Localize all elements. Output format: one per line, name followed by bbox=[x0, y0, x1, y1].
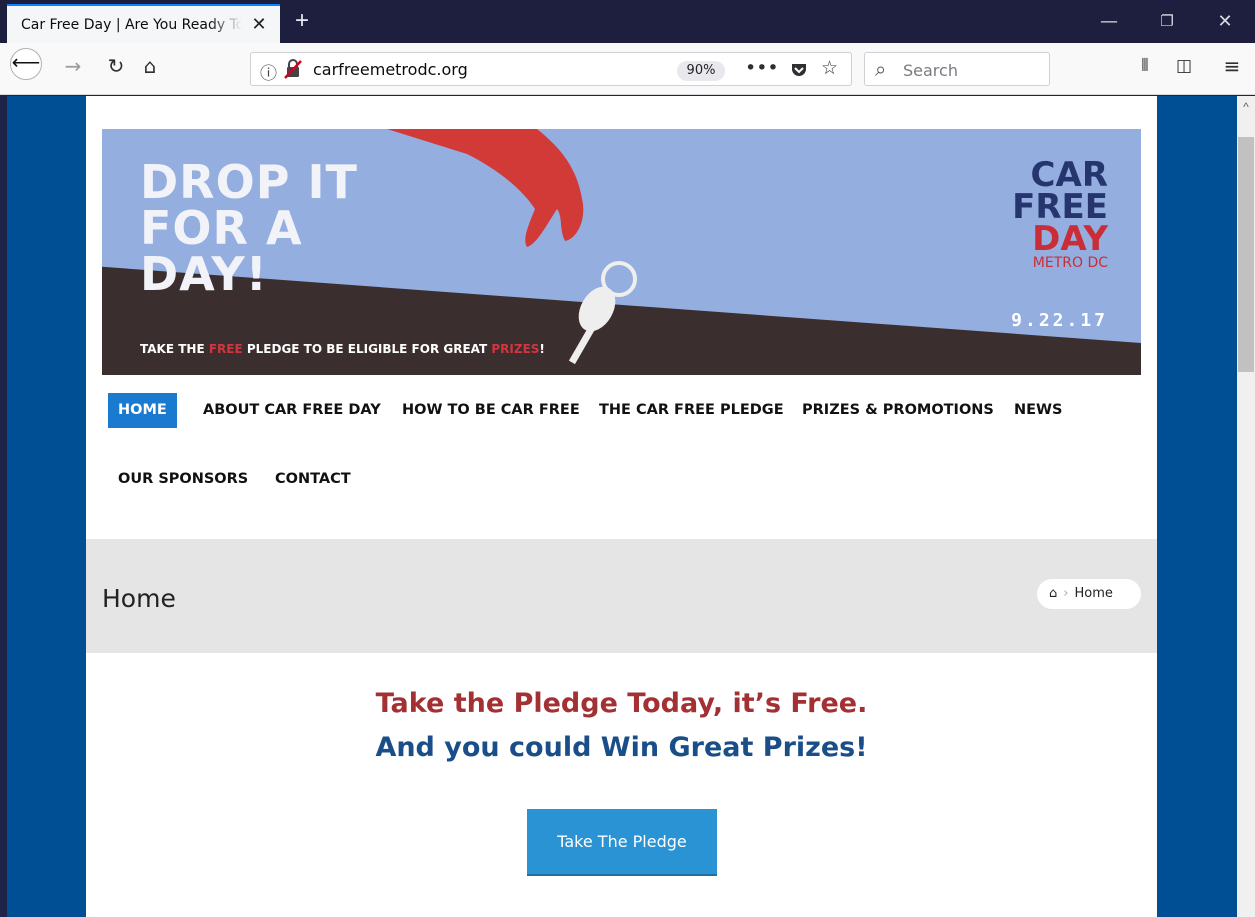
hand-icon bbox=[387, 129, 584, 247]
hero-banner[interactable]: DROP IT FOR A DAY! TAKE THE FREE PLEDGE … bbox=[102, 129, 1141, 375]
banner-headline-line3: DAY! bbox=[140, 247, 268, 301]
page-container: DROP IT FOR A DAY! TAKE THE FREE PLEDGE … bbox=[86, 96, 1157, 917]
car-keys-icon bbox=[568, 261, 637, 365]
sub-pre: TAKE THE bbox=[140, 342, 209, 356]
restore-icon[interactable]: ❐ bbox=[1138, 0, 1196, 43]
banner-subline: TAKE THE FREE PLEDGE TO BE ELIGIBLE FOR … bbox=[140, 342, 545, 356]
sub-mid: PLEDGE TO BE ELIGIBLE FOR GREAT bbox=[242, 342, 492, 356]
search-icon: ⌕ bbox=[875, 57, 887, 81]
zoom-indicator[interactable]: 90% bbox=[677, 61, 725, 81]
sub-free: FREE bbox=[208, 342, 243, 356]
window-close-icon[interactable]: ✕ bbox=[1196, 0, 1254, 43]
menu-item-news[interactable]: NEWS bbox=[1014, 393, 1062, 428]
pledge-headline: Take the Pledge Today, it’s Free. bbox=[375, 688, 868, 719]
insecure-lock-icon bbox=[284, 59, 302, 79]
home-breadcrumb-icon[interactable]: ⌂ bbox=[1049, 586, 1057, 601]
tab-title: Car Free Day | Are You Ready To Take bbox=[21, 16, 242, 33]
scrollbar-thumb[interactable] bbox=[1238, 137, 1254, 372]
menu-item-sponsors[interactable]: OUR SPONSORS bbox=[118, 462, 248, 497]
menu-item-how-to[interactable]: HOW TO BE CAR FREE bbox=[402, 393, 580, 428]
scroll-up-icon[interactable]: ^ bbox=[1238, 100, 1254, 114]
breadcrumb-current: Home bbox=[1074, 586, 1113, 601]
breadcrumb: ⌂ › Home bbox=[1037, 579, 1141, 609]
banner-headline-line2: FOR A bbox=[140, 201, 303, 255]
url-text[interactable]: carfreemetrodc.org bbox=[313, 60, 468, 79]
logo-day: DAY bbox=[1032, 219, 1108, 259]
menu-icon[interactable]: ≡ bbox=[1219, 53, 1245, 79]
page-viewport: DROP IT FOR A DAY! TAKE THE FREE PLEDGE … bbox=[7, 96, 1237, 917]
sidebar-icon[interactable]: ◫ bbox=[1171, 53, 1197, 79]
forward-icon[interactable]: → bbox=[60, 53, 86, 79]
browser-tab[interactable]: Car Free Day | Are You Ready To Take ✕ bbox=[7, 4, 280, 43]
prizes-headline: And you could Win Great Prizes! bbox=[375, 732, 868, 763]
logo-metro: METRO DC bbox=[1032, 255, 1108, 271]
take-the-pledge-button[interactable]: Take The Pledge bbox=[527, 809, 717, 876]
menu-item-home[interactable]: HOME bbox=[108, 393, 177, 428]
tab-strip: Car Free Day | Are You Ready To Take ✕ +… bbox=[0, 0, 1255, 43]
pocket-icon[interactable] bbox=[790, 61, 808, 79]
url-bar[interactable]: ⓘ carfreemetrodc.org 90% ••• ☆ bbox=[250, 52, 852, 86]
home-icon[interactable]: ⌂ bbox=[137, 53, 163, 79]
menu-item-prizes[interactable]: PRIZES & PROMOTIONS bbox=[802, 393, 994, 428]
car-free-day-logo: CAR FREE DAY METRO DC 9.22.17 bbox=[1011, 158, 1108, 337]
new-tab-icon[interactable]: + bbox=[290, 4, 314, 38]
back-button[interactable]: ⟵ bbox=[10, 48, 42, 80]
bookmark-star-icon[interactable]: ☆ bbox=[821, 57, 838, 79]
sub-prizes: PRIZES bbox=[491, 342, 540, 356]
banner-headline-line1: DROP IT bbox=[140, 155, 358, 209]
reload-icon[interactable]: ↻ bbox=[103, 53, 129, 79]
page-title-band: Home ⌂ › Home bbox=[86, 539, 1157, 653]
tab-close-icon[interactable]: ✕ bbox=[250, 14, 268, 35]
site-info-icon[interactable]: ⓘ bbox=[260, 59, 277, 84]
page-actions-icon[interactable]: ••• bbox=[745, 57, 779, 79]
page-title: Home bbox=[102, 584, 176, 613]
banner-headline: DROP IT FOR A DAY! bbox=[140, 159, 358, 297]
minimize-icon[interactable]: — bbox=[1080, 0, 1138, 43]
sub-end: ! bbox=[539, 342, 545, 356]
menu-item-pledge[interactable]: THE CAR FREE PLEDGE bbox=[599, 393, 784, 428]
library-icon[interactable]: ⫴ bbox=[1132, 53, 1158, 79]
event-date: 9.22.17 bbox=[1011, 310, 1108, 331]
search-box[interactable]: ⌕ Search bbox=[864, 52, 1050, 86]
search-placeholder: Search bbox=[903, 61, 958, 80]
breadcrumb-separator: › bbox=[1063, 586, 1069, 601]
menu-item-contact[interactable]: CONTACT bbox=[275, 462, 351, 497]
menu-item-about[interactable]: ABOUT CAR FREE DAY bbox=[203, 393, 381, 428]
